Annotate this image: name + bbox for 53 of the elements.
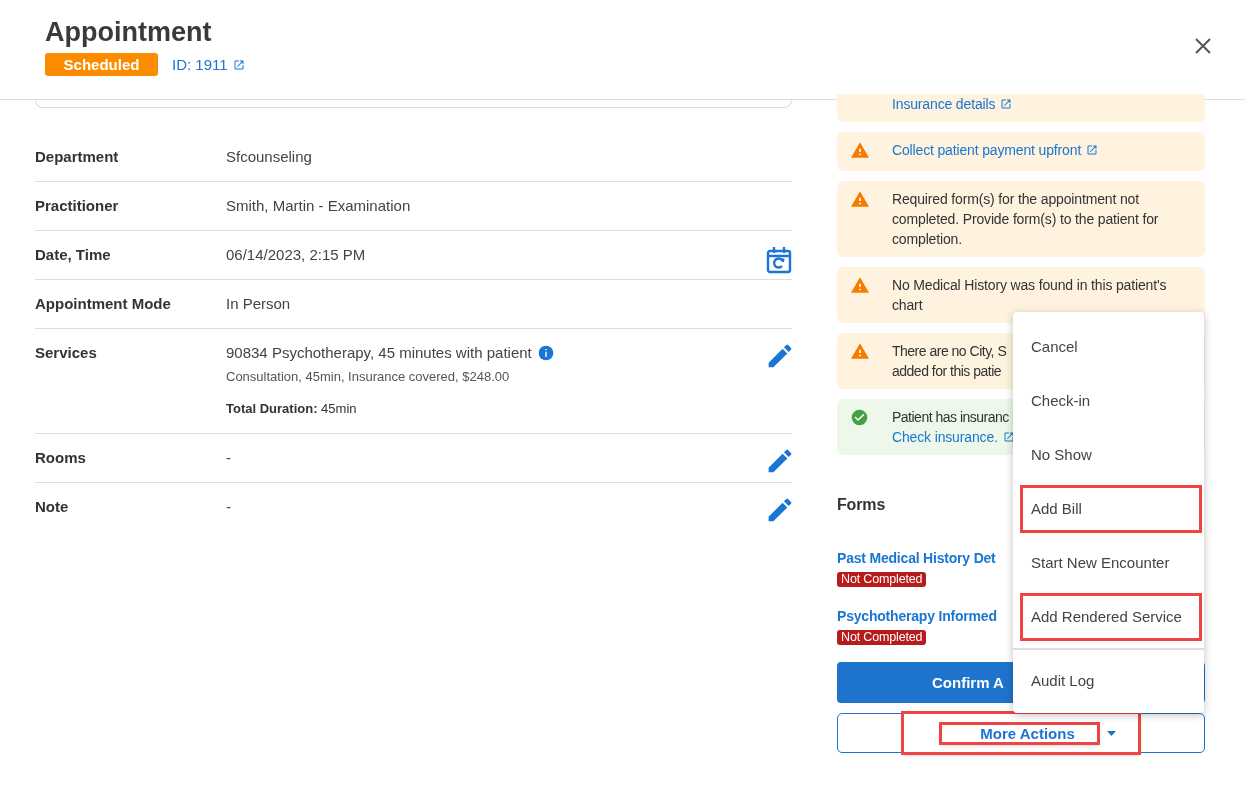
more-actions-button[interactable]: More Actions — [837, 713, 1205, 753]
menu-item[interactable]: No Show — [1013, 428, 1204, 482]
field-value: Sfcounseling — [226, 148, 312, 165]
alert-link[interactable]: Check insurance. — [892, 429, 1015, 445]
alert-text-line: added for this patie — [892, 362, 1002, 381]
calendar-refresh-icon[interactable] — [766, 246, 792, 274]
alert-text: No Medical History was found in this patient's chart — [892, 277, 1167, 313]
alert-text: Patient has insuranc — [892, 408, 1009, 427]
info-icon[interactable] — [537, 345, 554, 361]
field-label: Note — [35, 498, 70, 516]
field-label: Department — [35, 148, 120, 166]
pencil-icon[interactable] — [768, 498, 792, 522]
section-heading: Forms — [837, 495, 886, 515]
warning-icon — [851, 142, 869, 158]
total-duration: Total Duration: 45min — [226, 400, 358, 418]
alert-link[interactable]: Collect patient payment upfront — [892, 142, 1099, 158]
menu-item[interactable]: Audit Log — [1013, 648, 1204, 702]
external-link-icon — [1086, 144, 1099, 156]
field-value: 90834 Psychotherapy, 45 minutes with patient — [226, 344, 532, 361]
field-label: Appointment Mode — [35, 295, 172, 313]
appointment-id-link[interactable]: ID: 1911 — [172, 56, 245, 73]
status-badge: Not Completed — [837, 630, 927, 645]
menu-item[interactable]: Add Rendered Service — [1017, 590, 1205, 644]
check-circle-icon — [851, 409, 868, 426]
warning-icon — [851, 277, 869, 293]
external-link-icon — [232, 59, 245, 71]
external-link-icon — [1002, 431, 1015, 443]
field-label: Practitioner — [35, 197, 120, 215]
alert-link[interactable]: Insurance details — [892, 96, 1013, 112]
dialog-title: Appointment — [45, 16, 213, 48]
pencil-icon[interactable] — [768, 344, 792, 368]
field-value: In Person — [226, 295, 291, 312]
field-label: Date, Time — [35, 246, 112, 264]
warning-icon — [851, 343, 869, 359]
service-details: Consultation, 45min, Insurance covered, $248.00 — [226, 368, 511, 386]
field-label: Services — [35, 344, 98, 363]
menu-item[interactable]: Start New Encounter — [1013, 536, 1204, 590]
menu-item[interactable]: Cancel — [1013, 320, 1204, 374]
warning-icon — [851, 191, 869, 207]
field-value: - — [226, 498, 231, 515]
external-link-icon — [1000, 98, 1013, 110]
field-label: Rooms — [35, 449, 87, 467]
status-badge: Not Completed — [837, 572, 927, 587]
status-badge: Scheduled — [45, 53, 158, 76]
field-value: - — [226, 449, 231, 466]
field-value: Smith, Martin - Examination — [226, 197, 411, 214]
menu-item[interactable]: Check-in — [1013, 374, 1204, 428]
menu-item[interactable]: Add Bill — [1017, 482, 1205, 536]
alert-text-line: There are no City, S — [892, 342, 1007, 361]
alert-text: Required form(s) for the appointment not completed. Provide form(s) to the patient for completion. — [892, 191, 1159, 247]
pencil-icon[interactable] — [768, 449, 792, 473]
field-value: 06/14/2023, 2:15 PM — [226, 246, 366, 263]
caret-icon — [1106, 730, 1116, 736]
